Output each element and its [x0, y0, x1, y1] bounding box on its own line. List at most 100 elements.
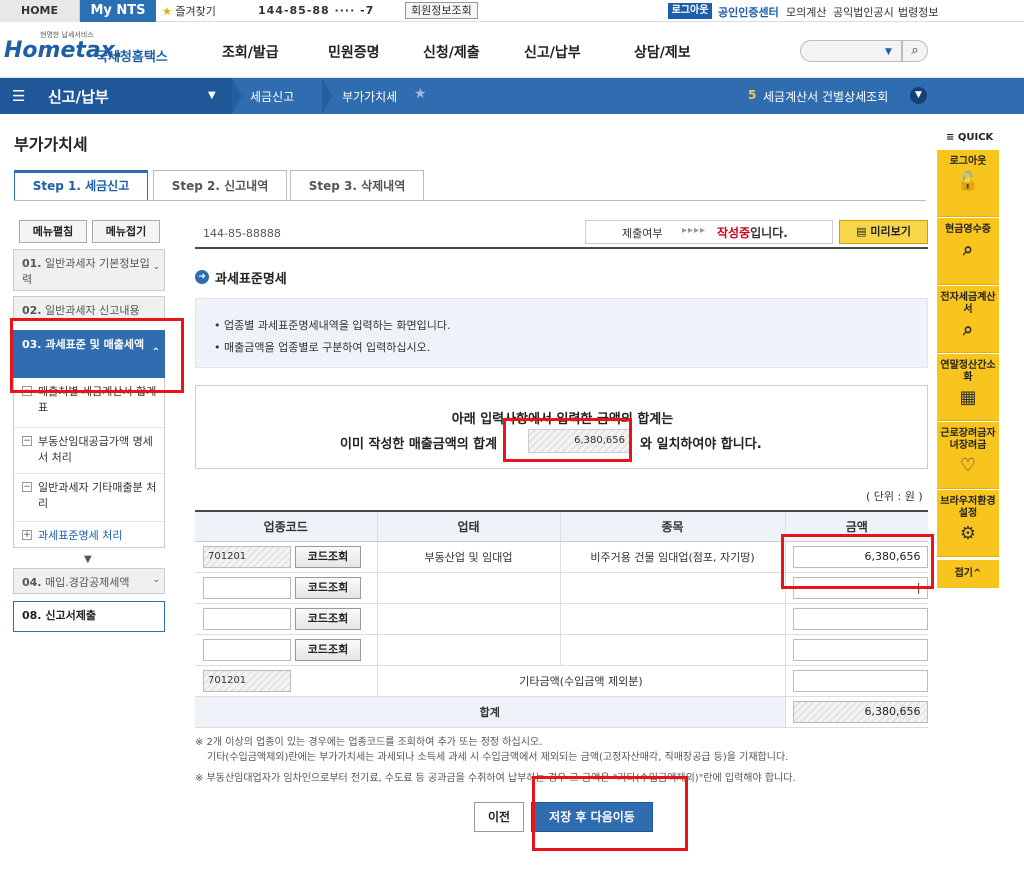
- amount-input[interactable]: 6,380,656: [792, 545, 928, 568]
- sum-line-2a: 이미 작성한 매출금액의 합계: [340, 437, 498, 452]
- home-tab[interactable]: HOME: [0, 0, 80, 22]
- sidebar-item-number: 04.: [22, 576, 42, 589]
- sales-total-field: 6,380,656: [528, 429, 632, 453]
- business-item-cell: 비주거용 건물 임대업(점포, 자기땅): [559, 541, 785, 573]
- mock-calc-link[interactable]: 모의계산: [786, 4, 826, 20]
- other-amount-input[interactable]: [792, 669, 928, 692]
- header: 현명한 납세서비스 Hometax. 국세청홈택스 조회/발급 민원증명 신청/…: [0, 22, 1024, 78]
- gear-icon: ⚙: [959, 523, 977, 544]
- gnb-certificate[interactable]: 민원증명: [328, 42, 380, 62]
- menu-collapse-button[interactable]: 메뉴접기: [92, 220, 160, 243]
- industry-code-input[interactable]: [203, 638, 291, 661]
- quick-label: ≡ QUICK: [946, 132, 994, 143]
- note-1: ※ 2개 이상의 업종이 있는 경우에는 업종코드를 조회하여 추가 또는 정정…: [195, 737, 543, 748]
- sidebar-item-tax-base[interactable]: 03. 과세표준 및 매출세액 ⌃: [13, 330, 165, 378]
- sidebar-item-number: 03.: [22, 338, 42, 351]
- col-header-item: 종목: [559, 511, 785, 542]
- subitem-label: 매출처별 세금계산서 합계표: [38, 385, 157, 414]
- sidebar-item-label: 매입.경감공제세액: [45, 576, 130, 589]
- sidebar-item-number: 02.: [22, 304, 42, 317]
- chevron-down-icon[interactable]: ▼: [910, 87, 927, 104]
- other-code-field: 701201: [203, 669, 291, 692]
- tax-base-table: 업종코드 업태 종목 금액 701201 코드조회 부동산업 및 임대업 비주거용…: [195, 510, 928, 728]
- code-lookup-button[interactable]: 코드조회: [295, 576, 361, 599]
- member-info-button[interactable]: 회원정보조회: [405, 2, 478, 19]
- save-next-button[interactable]: 저장 후 다음이동: [531, 802, 653, 832]
- search-dropdown-icon[interactable]: ▼: [885, 47, 892, 57]
- quick-browser-settings[interactable]: 브라우저환경설정 ⚙: [937, 490, 999, 557]
- page-title: 부가가치세: [14, 135, 88, 154]
- amount-input[interactable]: [792, 607, 928, 630]
- code-lookup-button[interactable]: 코드조회: [295, 545, 361, 568]
- cert-center-link[interactable]: 공인인증센터: [718, 4, 779, 20]
- subitem-rental-supply[interactable]: − 부동산임대공급가액 명세서 처리: [13, 428, 165, 474]
- menu-icon[interactable]: ☰: [12, 87, 25, 105]
- code-lookup-button[interactable]: 코드조회: [295, 638, 361, 661]
- crumb-vat[interactable]: 부가가치세: [342, 88, 397, 105]
- sum-line-2b: 와 일치하여야 합니다.: [640, 437, 762, 452]
- subitem-label: 부동산임대공급가액 명세서 처리: [38, 435, 153, 464]
- sidebar-item-deduction[interactable]: 04. 매입.경감공제세액 ⌄: [13, 568, 165, 594]
- chevron-up-icon: ⌃: [151, 347, 160, 358]
- star-icon[interactable]: ★: [414, 86, 427, 102]
- menu-expand-button[interactable]: 메뉴펼침: [19, 220, 87, 243]
- law-info-link[interactable]: 법령정보: [898, 4, 938, 20]
- sidebar-item-report-content[interactable]: 02. 일반과세자 신고내용: [13, 296, 165, 320]
- sidebar-item-submit[interactable]: 08. 신고서제출: [13, 601, 165, 632]
- quick-incentive[interactable]: 근로장려금자녀장려금 ♡: [937, 422, 999, 489]
- gnb-report-pay[interactable]: 신고/납부: [524, 42, 581, 62]
- nav-menu-section[interactable]: ☰ 신고/납부 ▼: [0, 78, 232, 114]
- quick-cash-receipt[interactable]: 현금영수증 ⌕: [937, 218, 999, 285]
- unlock-icon: 🔓: [956, 171, 980, 192]
- chevron-down-icon[interactable]: ▼: [208, 90, 216, 101]
- sidebar-item-basic-info[interactable]: 01. 일반과세자 기본정보입력 ⌄: [13, 249, 165, 291]
- gnb-consult[interactable]: 상담/제보: [634, 42, 691, 62]
- sidebar-item-label: 신고서제출: [45, 609, 96, 622]
- business-item-cell: [559, 603, 785, 635]
- table-row-total: 합계 6,380,656: [195, 696, 928, 728]
- gnb-application[interactable]: 신청/제출: [423, 42, 480, 62]
- col-header-code: 업종코드: [195, 511, 377, 542]
- industry-code-input[interactable]: 701201: [203, 545, 291, 568]
- quick-e-invoice[interactable]: 전자세금계산서 ⌕: [937, 286, 999, 353]
- subitem-sales-invoice[interactable]: − 매출처별 세금계산서 합계표: [13, 378, 165, 428]
- notice-text[interactable]: 세금계산서 건별상세조회: [763, 88, 888, 105]
- info-text: 업종별 과세표준명세내역을 입력하는 화면입니다.: [224, 319, 451, 332]
- status-value-suffix: 입니다.: [750, 226, 788, 240]
- tab-step2[interactable]: Step 2. 신고내역: [153, 170, 287, 201]
- public-corp-link[interactable]: 공익법인공시: [833, 4, 894, 20]
- table-row-other: 701201 기타금액(수입금액 제외분): [195, 665, 928, 697]
- subitem-other-sales[interactable]: − 일반과세자 기타매출분 처리: [13, 474, 165, 522]
- logout-button[interactable]: 로그아웃: [668, 3, 712, 19]
- quick-logout[interactable]: 로그아웃 🔓: [937, 150, 999, 217]
- mynts-tab[interactable]: My NTS: [80, 0, 156, 22]
- favorites-link[interactable]: ★ 즐겨찾기: [162, 3, 216, 19]
- search-icon[interactable]: ⌕: [902, 40, 928, 62]
- quick-close-button[interactable]: 접기^: [937, 560, 999, 588]
- hometax-logo[interactable]: 현명한 납세서비스 Hometax. 국세청홈택스: [4, 28, 179, 72]
- sum-line-1: 아래 입력사항에서 입력한 금액의 합계는: [451, 412, 674, 427]
- info-line: • 업종별 과세표준명세내역을 입력하는 화면입니다.: [214, 319, 451, 332]
- collapse-box-icon: −: [22, 436, 32, 446]
- col-header-amount: 금액: [784, 511, 928, 542]
- prev-button[interactable]: 이전: [474, 802, 524, 832]
- quick-year-end[interactable]: 연말정산간소화 ▦: [937, 354, 999, 421]
- amount-input[interactable]: [792, 638, 928, 661]
- industry-code-input[interactable]: [203, 576, 291, 599]
- subitem-tax-base-detail[interactable]: + 과세표준명세 처리: [13, 522, 165, 548]
- business-item-cell: [559, 572, 785, 604]
- tab-step1[interactable]: Step 1. 세금신고: [14, 170, 148, 201]
- preview-button[interactable]: ▤ 미리보기: [839, 220, 928, 244]
- code-lookup-button[interactable]: 코드조회: [295, 607, 361, 630]
- arrow-right-icon: ➜: [195, 270, 209, 284]
- industry-code-input[interactable]: [203, 607, 291, 630]
- star-icon: ★: [162, 5, 172, 18]
- sidebar-item-number: 08.: [22, 609, 42, 622]
- document-icon: ▤: [856, 225, 867, 238]
- notice-number: 5: [748, 88, 757, 102]
- crumb-tax-report[interactable]: 세금신고: [250, 88, 294, 105]
- tab-step3[interactable]: Step 3. 삭제내역: [290, 170, 424, 201]
- amount-input[interactable]: |: [792, 576, 928, 599]
- gnb-inquiry[interactable]: 조회/발급: [222, 42, 279, 62]
- business-type-cell: [376, 572, 560, 604]
